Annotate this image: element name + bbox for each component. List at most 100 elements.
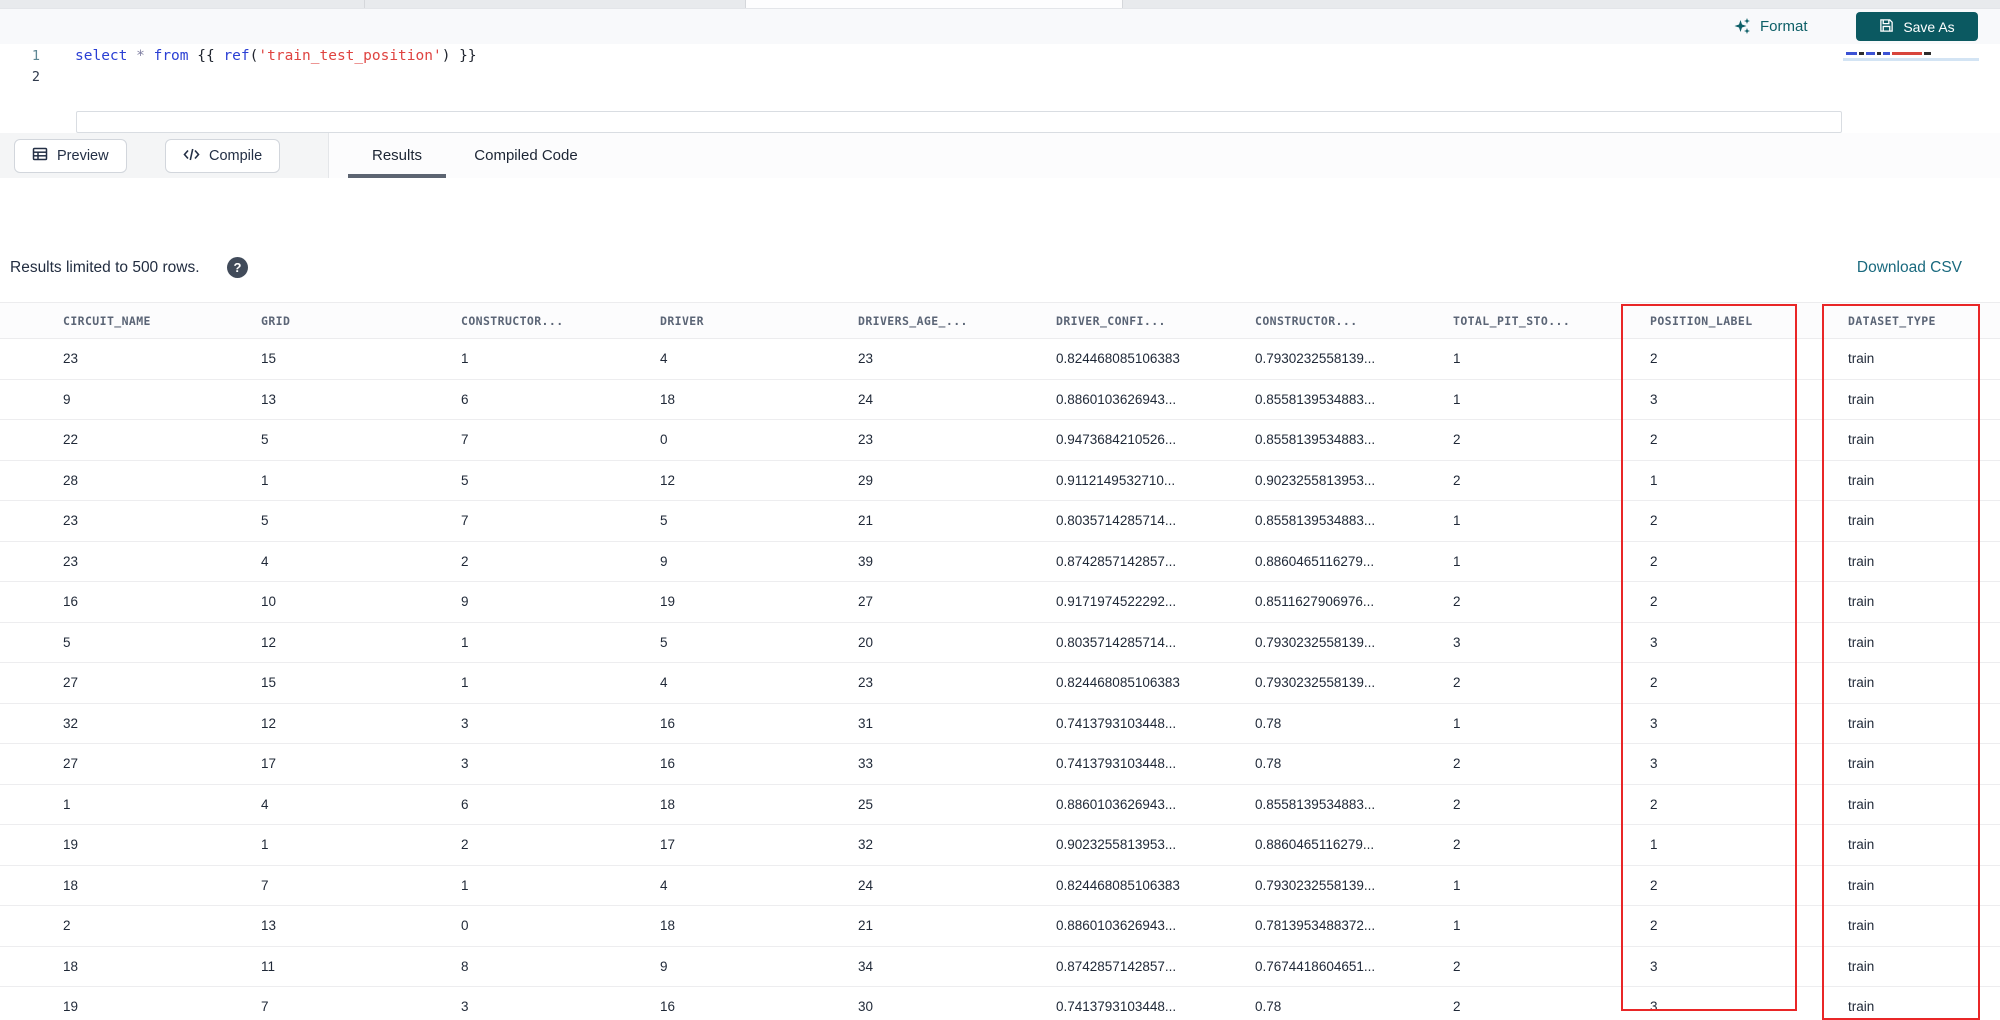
download-csv-link[interactable]: Download CSV	[1857, 255, 1962, 281]
column-header: CIRCUIT_NAME	[63, 313, 151, 328]
minimap-code-line	[1846, 52, 1931, 55]
table-cell: 6	[461, 796, 469, 812]
table-cell: 5	[660, 634, 668, 650]
table-cell: 25	[858, 796, 874, 812]
column-header: DRIVER	[660, 313, 704, 328]
code-token: from	[153, 48, 189, 64]
table-cell: 0.8860465116279...	[1255, 553, 1375, 569]
active-tab-indicator	[348, 174, 446, 178]
table-cell: 1	[261, 837, 269, 853]
table-cell: 18	[63, 877, 79, 893]
table-cell: 0.8860465116279...	[1255, 837, 1375, 853]
table-cell: 1	[461, 675, 469, 691]
table-cell: 0.8860103626943...	[1056, 918, 1177, 934]
minimap-viewport	[1843, 58, 1979, 61]
save-as-label: Save As	[1903, 18, 1955, 35]
table-cell: 33	[858, 756, 874, 772]
tab-results[interactable]: Results	[348, 133, 446, 178]
table-cell: 9	[660, 958, 668, 974]
table-cell: 0.824468085106383	[1056, 675, 1180, 691]
table-cell: 18	[660, 391, 676, 407]
table-cell: 24	[858, 391, 874, 407]
table-cell: 18	[660, 796, 676, 812]
sparkles-icon	[1733, 17, 1752, 36]
table-cell: 15	[261, 351, 277, 367]
help-icon[interactable]: ?	[227, 257, 248, 278]
editor-minimap[interactable]	[1843, 44, 1979, 132]
table-cell: 0.7930232558139...	[1255, 675, 1376, 691]
table-cell: 8	[461, 958, 469, 974]
table-cell: 31	[858, 715, 874, 731]
code-token: *	[136, 48, 145, 64]
column-header: DRIVER_CONFI...	[1056, 313, 1166, 328]
results-toolbar	[0, 133, 2000, 178]
table-cell: 11	[261, 958, 276, 974]
format-button[interactable]: Format	[1733, 9, 1808, 44]
table-cell: 0.8511627906976...	[1255, 594, 1375, 610]
compile-button[interactable]: Compile	[165, 139, 281, 173]
table-cell: 0.8035714285714...	[1056, 634, 1177, 650]
table-cell: 0.8035714285714...	[1056, 513, 1177, 529]
tab-compiled-code[interactable]: Compiled Code	[455, 133, 597, 178]
table-cell: 39	[858, 553, 874, 569]
tab-divider	[745, 0, 746, 8]
editor-line-1[interactable]: 1 select * from {{ ref('train_test_posit…	[0, 46, 1843, 67]
table-cell: 0.8742857142857...	[1056, 553, 1177, 569]
code-token: select	[75, 48, 128, 64]
code-token: ref	[223, 48, 250, 64]
table-cell: 4	[261, 796, 269, 812]
table-cell: 1	[63, 796, 71, 812]
code-icon	[183, 147, 200, 166]
table-cell: 21	[858, 918, 874, 934]
table-cell: 0.824468085106383	[1056, 351, 1180, 367]
table-cell: 3	[461, 756, 469, 772]
table-cell: 4	[261, 553, 269, 569]
table-cell: 15	[261, 675, 277, 691]
table-cell: 16	[660, 756, 676, 772]
table-cell: 0.9171974522292...	[1056, 594, 1177, 610]
format-label: Format	[1760, 18, 1808, 35]
table-cell: 0.8558139534883...	[1255, 391, 1376, 407]
active-file-tab[interactable]	[745, 0, 1122, 8]
dbt-ide-window: Format Save As 1 select * from {{ ref('t…	[0, 0, 2000, 1020]
table-cell: 4	[660, 877, 668, 893]
table-cell: 23	[858, 432, 874, 448]
table-cell: 2	[63, 918, 71, 934]
table-cell: 0.9023255813953...	[1056, 837, 1177, 853]
table-cell: 13	[261, 391, 277, 407]
annotation-box-dataset-type	[1822, 304, 1980, 1020]
preview-button[interactable]: Preview	[14, 139, 127, 173]
table-cell: 0.824468085106383	[1056, 877, 1180, 893]
table-cell: 21	[858, 513, 874, 529]
table-cell: 24	[858, 877, 874, 893]
tab-divider	[364, 0, 365, 8]
code-line-1[interactable]: select * from {{ ref('train_test_positio…	[75, 46, 477, 67]
sql-editor[interactable]: 1 select * from {{ ref('train_test_posit…	[0, 44, 2000, 134]
table-cell: 0.8860103626943...	[1056, 391, 1177, 407]
editor-line-2[interactable]: 2	[0, 67, 1843, 88]
table-cell: 3	[461, 999, 469, 1015]
table-cell: 0.78	[1255, 999, 1282, 1015]
table-cell: 23	[858, 351, 874, 367]
save-as-button[interactable]: Save As	[1856, 12, 1978, 41]
table-cell: 6	[461, 391, 469, 407]
table-cell: 5	[461, 472, 469, 488]
table-cell: 0.8558139534883...	[1255, 796, 1376, 812]
table-cell: 22	[63, 432, 79, 448]
table-cell: 5	[63, 634, 71, 650]
table-cell: 19	[63, 837, 79, 853]
column-header: CONSTRUCTOR...	[461, 313, 564, 328]
preview-label: Preview	[57, 148, 109, 164]
table-cell: 13	[261, 918, 277, 934]
table-cell: 0.78	[1255, 756, 1282, 772]
table-cell: 0.7930232558139...	[1255, 877, 1376, 893]
table-cell: 0	[660, 432, 668, 448]
table-cell: 1	[461, 351, 469, 367]
table-cell: 7	[261, 999, 269, 1015]
table-cell: 0.7930232558139...	[1255, 351, 1376, 367]
table-cell: 27	[63, 756, 79, 772]
table-cell: 0.7413793103448...	[1056, 999, 1177, 1015]
column-header: CONSTRUCTOR...	[1255, 313, 1358, 328]
